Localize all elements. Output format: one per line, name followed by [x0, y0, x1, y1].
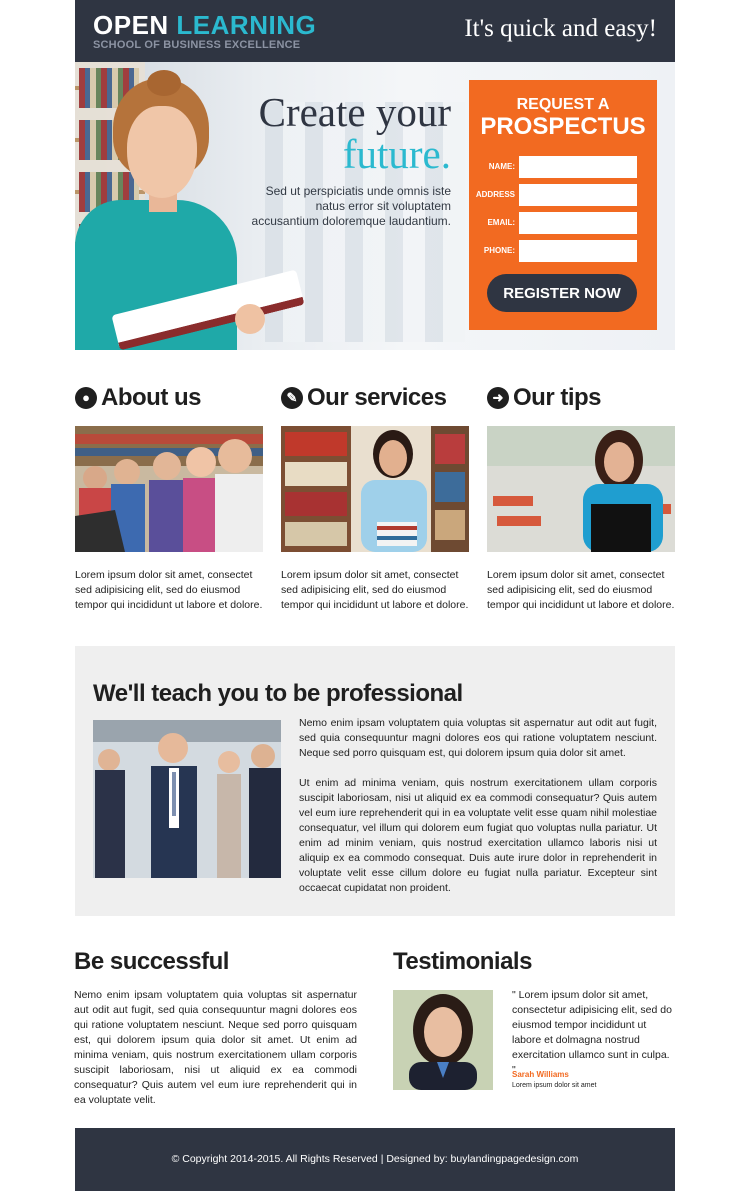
student-with-tablet-image	[487, 426, 675, 552]
feature-text: Lorem ipsum dolor sit amet, consectet se…	[75, 569, 263, 611]
logo-word-open: OPEN	[93, 10, 169, 40]
globe-icon: ●	[75, 387, 97, 409]
feature-our-tips: ➜ Our tips Lorem ipsum dolor sit amet, c…	[487, 382, 675, 611]
hero-heading-line1: Create your	[258, 89, 451, 135]
footer-copyright: © Copyright 2014-2015. All Rights Reserv…	[171, 1153, 579, 1165]
hero-section: Create your future. Sed ut perspiciatis …	[75, 62, 675, 350]
professional-section: We'll teach you to be professional Nemo …	[75, 646, 675, 916]
address-field[interactable]	[519, 184, 637, 206]
phone-field[interactable]	[519, 240, 637, 262]
testimonial-author-role: Lorem ipsum dolor sit amet	[512, 1082, 597, 1089]
name-label: NAME:	[488, 162, 515, 171]
testimonials-title: Testimonials	[393, 948, 532, 975]
header: OPEN LEARNING SCHOOL OF BUSINESS EXCELLE…	[75, 0, 675, 62]
logo[interactable]: OPEN LEARNING	[93, 10, 316, 41]
students-at-computers-image	[75, 426, 263, 552]
professional-title: We'll teach you to be professional	[93, 680, 463, 707]
pencil-icon: ✎	[281, 387, 303, 409]
hero-heading-line2: future.	[342, 131, 451, 177]
student-with-books-image	[281, 426, 469, 552]
address-label: ADDRESS	[475, 190, 515, 199]
form-row-email: EMAIL:	[469, 212, 657, 234]
feature-text: Lorem ipsum dolor sit amet, consectet se…	[281, 569, 469, 611]
arrow-right-icon: ➜	[487, 387, 509, 409]
name-field[interactable]	[519, 156, 637, 178]
form-title-line2: PROSPECTUS	[480, 113, 646, 140]
testimonial-quote: " Lorem ipsum dolor sit amet, consectetu…	[512, 989, 672, 1076]
logo-word-learning: LEARNING	[176, 10, 317, 40]
form-row-phone: PHONE:	[469, 240, 657, 262]
form-row-address: ADDRESS	[469, 184, 657, 206]
hero-paragraph: Sed ut perspiciatis unde omnis iste natu…	[251, 184, 451, 228]
feature-our-services: ✎ Our services Lorem ipsum dolor sit ame…	[281, 382, 469, 611]
business-team-image	[93, 720, 281, 878]
feature-title: Our services	[307, 384, 447, 411]
phone-label: PHONE:	[483, 246, 515, 255]
testimonial-author-name: Sarah Williams	[512, 1070, 569, 1079]
success-title: Be successful	[74, 948, 229, 975]
feature-title: Our tips	[513, 384, 602, 411]
logo-subtitle: SCHOOL OF BUSINESS EXCELLENCE	[93, 39, 301, 51]
prospectus-form: REQUEST A PROSPECTUS NAME: ADDRESS EMAIL…	[469, 80, 657, 330]
form-title-line1: REQUEST A	[516, 96, 610, 113]
success-text: Nemo enim ipsam voluptatem quia voluptas…	[74, 989, 357, 1106]
email-label: EMAIL:	[487, 218, 515, 227]
professional-paragraph-2: Ut enim ad minima veniam, quis nostrum e…	[299, 777, 657, 894]
header-tagline: It's quick and easy!	[464, 15, 657, 42]
professional-paragraph-1: Nemo enim ipsam voluptatem quia voluptas…	[299, 717, 657, 759]
register-now-button[interactable]: REGISTER NOW	[487, 274, 637, 312]
feature-text: Lorem ipsum dolor sit amet, consectet se…	[487, 569, 675, 611]
feature-about-us: ● About us Lorem ipsum dolor sit amet, c…	[75, 382, 263, 611]
email-field[interactable]	[519, 212, 637, 234]
feature-title: About us	[101, 384, 201, 411]
footer: © Copyright 2014-2015. All Rights Reserv…	[75, 1128, 675, 1191]
form-row-name: NAME:	[469, 156, 657, 178]
testimonial-avatar	[393, 990, 493, 1090]
